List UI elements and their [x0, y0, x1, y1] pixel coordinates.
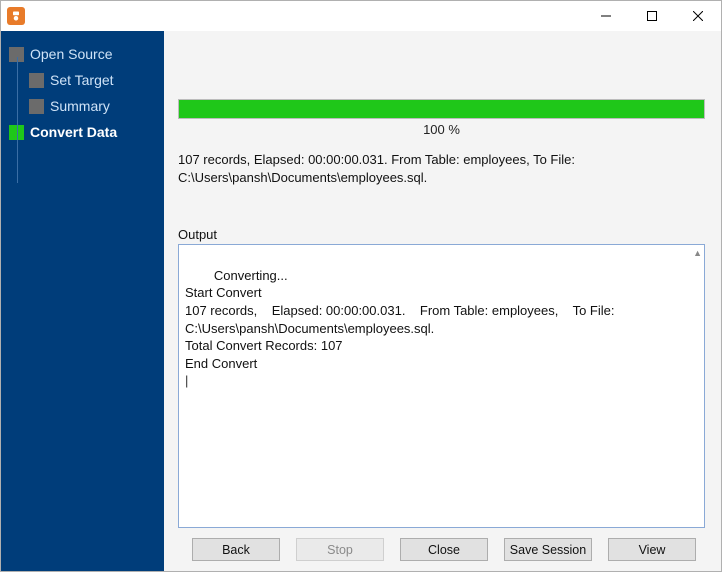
sidebar: Open Source Set Target Summary Convert D…	[1, 31, 164, 571]
scroll-up-icon[interactable]: ▲	[693, 247, 702, 259]
close-button[interactable]	[675, 1, 721, 31]
app-icon	[7, 7, 25, 25]
step-open-source[interactable]: Open Source	[1, 41, 164, 67]
output-label: Output	[178, 227, 705, 242]
step-convert-data[interactable]: Convert Data	[1, 119, 164, 145]
save-session-button[interactable]: Save Session	[504, 538, 592, 561]
text-caret	[185, 373, 188, 388]
progress-label: 100 %	[178, 122, 705, 137]
step-label: Summary	[50, 98, 110, 114]
step-label: Open Source	[30, 46, 113, 62]
main-panel: 100 % 107 records, Elapsed: 00:00:00.031…	[164, 31, 721, 571]
step-box-icon	[29, 99, 44, 114]
sidebar-tree-line	[17, 57, 18, 183]
button-row: Back Stop Close Save Session View	[178, 538, 705, 561]
back-button[interactable]: Back	[192, 538, 280, 561]
step-summary[interactable]: Summary	[1, 93, 164, 119]
progress-bar	[178, 99, 705, 119]
output-textarea[interactable]: ▲ Converting... Start Convert 107 records…	[178, 244, 705, 528]
view-button[interactable]: View	[608, 538, 696, 561]
titlebar	[1, 1, 721, 31]
step-label: Set Target	[50, 72, 114, 88]
window-controls	[583, 1, 721, 31]
output-content: Converting... Start Convert 107 records,…	[185, 268, 618, 371]
body: Open Source Set Target Summary Convert D…	[1, 31, 721, 571]
app-window: Open Source Set Target Summary Convert D…	[0, 0, 722, 572]
step-box-icon	[29, 73, 44, 88]
progress-fill	[179, 100, 704, 118]
close-panel-button[interactable]: Close	[400, 538, 488, 561]
maximize-button[interactable]	[629, 1, 675, 31]
summary-text: 107 records, Elapsed: 00:00:00.031. From…	[178, 151, 705, 187]
titlebar-left	[7, 7, 31, 25]
minimize-button[interactable]	[583, 1, 629, 31]
step-set-target[interactable]: Set Target	[1, 67, 164, 93]
progress-area: 100 %	[178, 99, 705, 137]
stop-button: Stop	[296, 538, 384, 561]
step-label: Convert Data	[30, 124, 117, 140]
